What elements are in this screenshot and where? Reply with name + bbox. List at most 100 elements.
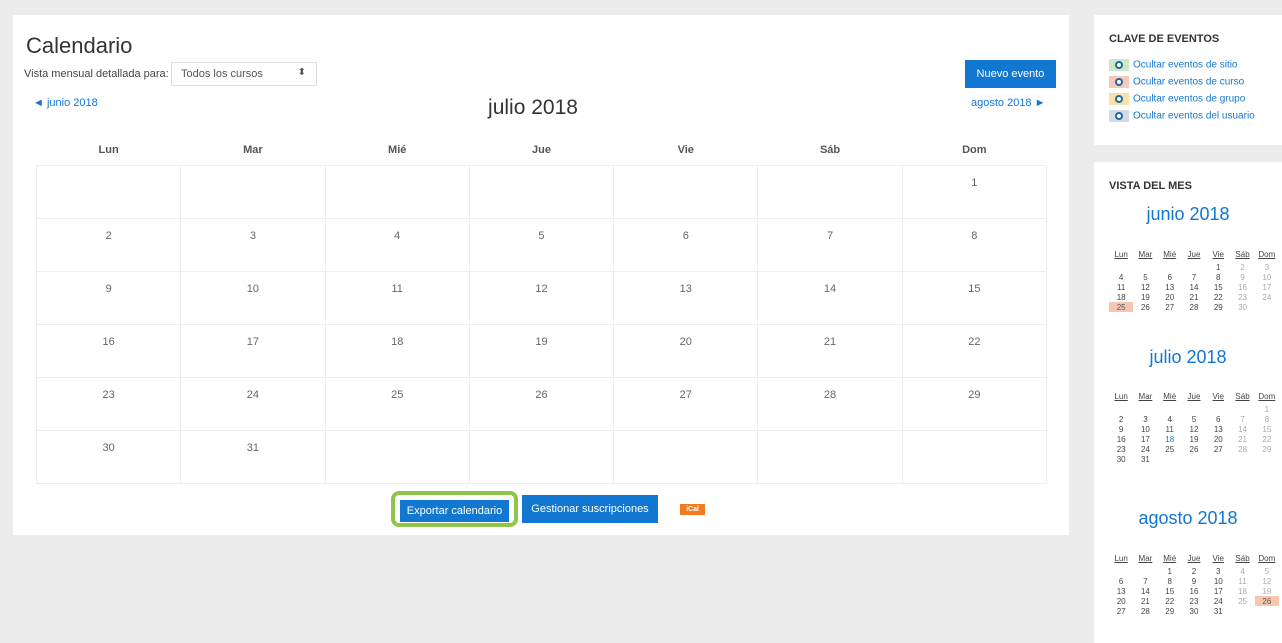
- mini-day-cell[interactable]: 16: [1230, 282, 1254, 292]
- mini-day-cell[interactable]: 26: [1182, 444, 1206, 454]
- mini-day-cell[interactable]: 29: [1255, 444, 1279, 454]
- mini-day-cell[interactable]: 1: [1206, 262, 1230, 272]
- prev-month-link[interactable]: ◄ junio 2018: [33, 97, 98, 109]
- mini-day-cell[interactable]: 7: [1133, 576, 1157, 586]
- mini-day-cell[interactable]: 28: [1133, 606, 1157, 616]
- mini-day-cell[interactable]: 12: [1255, 576, 1279, 586]
- mini-day-cell[interactable]: 31: [1133, 454, 1157, 464]
- calendar-day-cell[interactable]: 17: [180, 324, 326, 378]
- export-calendar-button[interactable]: Exportar calendario: [400, 500, 509, 522]
- mini-day-cell[interactable]: 7: [1230, 414, 1254, 424]
- calendar-day-cell[interactable]: 6: [613, 218, 759, 272]
- calendar-day-cell[interactable]: 31: [180, 430, 326, 484]
- mini-day-cell[interactable]: 13: [1109, 586, 1133, 596]
- mini-day-cell[interactable]: 22: [1255, 434, 1279, 444]
- mini-day-cell[interactable]: 11: [1109, 282, 1133, 292]
- mini-day-cell[interactable]: 4: [1230, 566, 1254, 576]
- mini-day-cell[interactable]: 24: [1255, 292, 1279, 302]
- mini-day-cell[interactable]: 5: [1182, 414, 1206, 424]
- mini-day-cell[interactable]: 30: [1109, 454, 1133, 464]
- mini-day-cell[interactable]: 24: [1133, 444, 1157, 454]
- calendar-day-cell[interactable]: 2: [35, 218, 182, 272]
- mini-day-cell[interactable]: 17: [1255, 282, 1279, 292]
- calendar-day-cell[interactable]: 27: [613, 377, 759, 431]
- mini-day-cell[interactable]: 21: [1133, 596, 1157, 606]
- calendar-day-cell[interactable]: 7: [757, 218, 903, 272]
- mini-day-cell[interactable]: 14: [1133, 586, 1157, 596]
- mini-day-cell[interactable]: 23: [1109, 444, 1133, 454]
- event-key-item[interactable]: Ocultar eventos del usuario: [1109, 110, 1279, 124]
- calendar-day-cell[interactable]: 21: [757, 324, 903, 378]
- calendar-day-cell[interactable]: 19: [468, 324, 615, 378]
- mini-day-cell[interactable]: 19: [1182, 434, 1206, 444]
- manage-subscriptions-button[interactable]: Gestionar suscripciones: [522, 495, 658, 523]
- mini-day-cell[interactable]: 12: [1133, 282, 1157, 292]
- mini-day-cell[interactable]: 14: [1230, 424, 1254, 434]
- mini-day-cell[interactable]: 11: [1230, 576, 1254, 586]
- mini-day-cell[interactable]: 10: [1255, 272, 1279, 282]
- mini-day-cell[interactable]: 26: [1254, 596, 1279, 606]
- mini-day-cell[interactable]: 10: [1206, 576, 1230, 586]
- mini-month-title[interactable]: junio 2018: [1094, 204, 1282, 225]
- mini-day-cell[interactable]: 7: [1182, 272, 1206, 282]
- mini-day-cell[interactable]: 17: [1206, 586, 1230, 596]
- event-key-item[interactable]: Ocultar eventos de sitio: [1109, 59, 1279, 73]
- mini-day-cell[interactable]: 12: [1182, 424, 1206, 434]
- mini-day-cell[interactable]: 19: [1133, 292, 1157, 302]
- mini-day-cell[interactable]: 27: [1158, 302, 1182, 312]
- mini-day-cell[interactable]: 16: [1182, 586, 1206, 596]
- calendar-day-cell[interactable]: 26: [468, 377, 615, 431]
- mini-day-cell[interactable]: 8: [1206, 272, 1230, 282]
- calendar-day-cell[interactable]: 14: [757, 271, 903, 325]
- calendar-day-cell[interactable]: 12: [468, 271, 615, 325]
- mini-day-cell[interactable]: 20: [1206, 434, 1230, 444]
- mini-day-cell[interactable]: 15: [1206, 282, 1230, 292]
- mini-day-cell[interactable]: 6: [1158, 272, 1182, 282]
- mini-day-cell[interactable]: 20: [1158, 292, 1182, 302]
- mini-day-cell[interactable]: 16: [1109, 434, 1133, 444]
- calendar-day-cell[interactable]: 24: [180, 377, 326, 431]
- mini-day-cell[interactable]: 11: [1158, 424, 1182, 434]
- mini-day-cell[interactable]: 27: [1206, 444, 1230, 454]
- mini-day-cell[interactable]: 23: [1182, 596, 1206, 606]
- mini-day-cell[interactable]: 15: [1255, 424, 1279, 434]
- calendar-day-cell[interactable]: 16: [35, 324, 182, 378]
- mini-day-cell[interactable]: 3: [1255, 262, 1279, 272]
- calendar-day-cell[interactable]: 4: [324, 218, 470, 272]
- calendar-day-cell[interactable]: 13: [613, 271, 759, 325]
- mini-day-cell[interactable]: 5: [1133, 272, 1157, 282]
- mini-day-cell[interactable]: 21: [1230, 434, 1254, 444]
- mini-day-cell[interactable]: 31: [1206, 606, 1230, 616]
- course-select[interactable]: Todos los cursos ⬍: [171, 62, 317, 86]
- mini-day-cell[interactable]: 6: [1109, 576, 1133, 586]
- mini-day-cell[interactable]: 23: [1230, 292, 1254, 302]
- mini-day-cell[interactable]: 18: [1230, 586, 1254, 596]
- calendar-day-cell[interactable]: 22: [901, 324, 1048, 378]
- mini-day-cell[interactable]: 13: [1158, 282, 1182, 292]
- calendar-day-cell[interactable]: 11: [324, 271, 470, 325]
- event-key-item[interactable]: Ocultar eventos de curso: [1109, 76, 1279, 90]
- mini-day-cell[interactable]: 6: [1206, 414, 1230, 424]
- mini-day-cell[interactable]: 30: [1182, 606, 1206, 616]
- calendar-day-cell[interactable]: 18: [324, 324, 470, 378]
- mini-month-title[interactable]: julio 2018: [1094, 347, 1282, 368]
- calendar-day-cell[interactable]: 5: [468, 218, 615, 272]
- mini-day-cell[interactable]: 4: [1109, 272, 1133, 282]
- mini-day-cell[interactable]: 25: [1109, 302, 1134, 312]
- calendar-day-cell[interactable]: 25: [324, 377, 470, 431]
- mini-day-cell[interactable]: 22: [1206, 292, 1230, 302]
- mini-day-cell[interactable]: 29: [1158, 606, 1182, 616]
- mini-day-cell[interactable]: 21: [1182, 292, 1206, 302]
- mini-day-cell[interactable]: 13: [1206, 424, 1230, 434]
- mini-day-cell[interactable]: 3: [1133, 414, 1157, 424]
- mini-day-cell[interactable]: 28: [1230, 444, 1254, 454]
- mini-day-cell[interactable]: 30: [1230, 302, 1254, 312]
- calendar-day-cell[interactable]: 20: [613, 324, 759, 378]
- mini-day-cell[interactable]: 18: [1109, 292, 1133, 302]
- mini-day-cell[interactable]: 5: [1255, 566, 1279, 576]
- calendar-day-cell[interactable]: 3: [180, 218, 326, 272]
- mini-day-cell[interactable]: 3: [1206, 566, 1230, 576]
- mini-day-cell[interactable]: 25: [1230, 596, 1254, 606]
- mini-day-cell[interactable]: 22: [1158, 596, 1182, 606]
- mini-day-cell[interactable]: 26: [1133, 302, 1157, 312]
